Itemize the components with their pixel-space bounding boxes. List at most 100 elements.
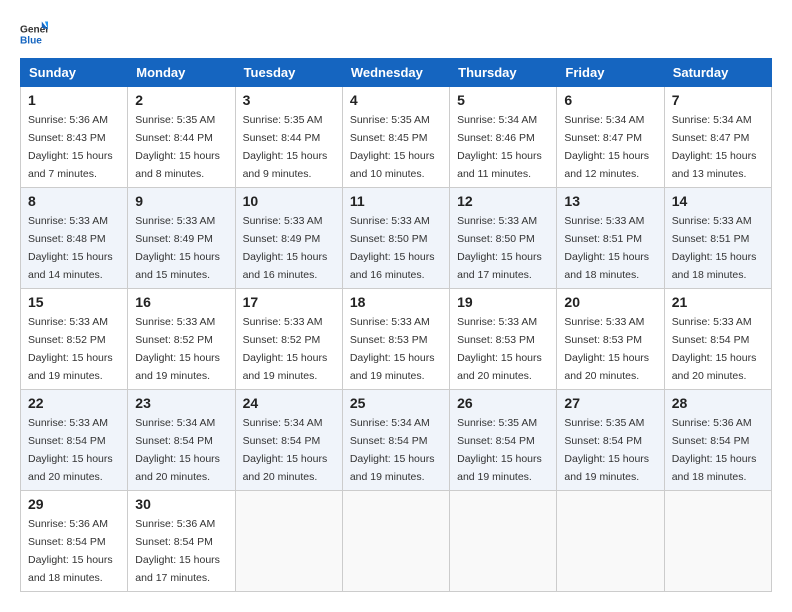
day-info: Sunrise: 5:36 AMSunset: 8:54 PMDaylight:… xyxy=(672,417,757,483)
day-number: 3 xyxy=(243,92,335,108)
day-number: 23 xyxy=(135,395,227,411)
day-number: 17 xyxy=(243,294,335,310)
day-info: Sunrise: 5:33 AMSunset: 8:52 PMDaylight:… xyxy=(28,316,113,382)
empty-cell xyxy=(557,491,664,592)
day-number: 30 xyxy=(135,496,227,512)
day-number: 21 xyxy=(672,294,764,310)
day-info: Sunrise: 5:33 AMSunset: 8:54 PMDaylight:… xyxy=(28,417,113,483)
day-cell-25: 25 Sunrise: 5:34 AMSunset: 8:54 PMDaylig… xyxy=(342,390,449,491)
day-number: 24 xyxy=(243,395,335,411)
day-info: Sunrise: 5:34 AMSunset: 8:54 PMDaylight:… xyxy=(135,417,220,483)
header: General Blue xyxy=(20,20,772,48)
day-cell-1: 1 Sunrise: 5:36 AMSunset: 8:43 PMDayligh… xyxy=(21,87,128,188)
weekday-header-friday: Friday xyxy=(557,59,664,87)
day-info: Sunrise: 5:36 AMSunset: 8:54 PMDaylight:… xyxy=(28,518,113,584)
day-cell-9: 9 Sunrise: 5:33 AMSunset: 8:49 PMDayligh… xyxy=(128,188,235,289)
day-cell-7: 7 Sunrise: 5:34 AMSunset: 8:47 PMDayligh… xyxy=(664,87,771,188)
day-number: 15 xyxy=(28,294,120,310)
day-cell-26: 26 Sunrise: 5:35 AMSunset: 8:54 PMDaylig… xyxy=(450,390,557,491)
day-cell-11: 11 Sunrise: 5:33 AMSunset: 8:50 PMDaylig… xyxy=(342,188,449,289)
day-cell-19: 19 Sunrise: 5:33 AMSunset: 8:53 PMDaylig… xyxy=(450,289,557,390)
calendar-table: SundayMondayTuesdayWednesdayThursdayFrid… xyxy=(20,58,772,592)
weekday-header-thursday: Thursday xyxy=(450,59,557,87)
day-info: Sunrise: 5:33 AMSunset: 8:49 PMDaylight:… xyxy=(243,215,328,281)
day-number: 22 xyxy=(28,395,120,411)
day-info: Sunrise: 5:33 AMSunset: 8:53 PMDaylight:… xyxy=(457,316,542,382)
day-number: 12 xyxy=(457,193,549,209)
weekday-header-row: SundayMondayTuesdayWednesdayThursdayFrid… xyxy=(21,59,772,87)
day-number: 6 xyxy=(564,92,656,108)
day-cell-24: 24 Sunrise: 5:34 AMSunset: 8:54 PMDaylig… xyxy=(235,390,342,491)
weekday-header-wednesday: Wednesday xyxy=(342,59,449,87)
day-number: 20 xyxy=(564,294,656,310)
day-info: Sunrise: 5:33 AMSunset: 8:48 PMDaylight:… xyxy=(28,215,113,281)
day-number: 26 xyxy=(457,395,549,411)
day-cell-18: 18 Sunrise: 5:33 AMSunset: 8:53 PMDaylig… xyxy=(342,289,449,390)
calendar-row-3: 15 Sunrise: 5:33 AMSunset: 8:52 PMDaylig… xyxy=(21,289,772,390)
day-cell-4: 4 Sunrise: 5:35 AMSunset: 8:45 PMDayligh… xyxy=(342,87,449,188)
day-number: 11 xyxy=(350,193,442,209)
day-cell-2: 2 Sunrise: 5:35 AMSunset: 8:44 PMDayligh… xyxy=(128,87,235,188)
day-info: Sunrise: 5:36 AMSunset: 8:54 PMDaylight:… xyxy=(135,518,220,584)
empty-cell xyxy=(664,491,771,592)
day-cell-20: 20 Sunrise: 5:33 AMSunset: 8:53 PMDaylig… xyxy=(557,289,664,390)
calendar-row-5: 29 Sunrise: 5:36 AMSunset: 8:54 PMDaylig… xyxy=(21,491,772,592)
day-cell-17: 17 Sunrise: 5:33 AMSunset: 8:52 PMDaylig… xyxy=(235,289,342,390)
day-number: 1 xyxy=(28,92,120,108)
day-number: 8 xyxy=(28,193,120,209)
day-cell-30: 30 Sunrise: 5:36 AMSunset: 8:54 PMDaylig… xyxy=(128,491,235,592)
day-info: Sunrise: 5:34 AMSunset: 8:54 PMDaylight:… xyxy=(243,417,328,483)
day-info: Sunrise: 5:35 AMSunset: 8:45 PMDaylight:… xyxy=(350,114,435,180)
logo: General Blue xyxy=(20,20,48,48)
day-number: 13 xyxy=(564,193,656,209)
weekday-header-sunday: Sunday xyxy=(21,59,128,87)
day-cell-27: 27 Sunrise: 5:35 AMSunset: 8:54 PMDaylig… xyxy=(557,390,664,491)
day-info: Sunrise: 5:34 AMSunset: 8:54 PMDaylight:… xyxy=(350,417,435,483)
day-cell-21: 21 Sunrise: 5:33 AMSunset: 8:54 PMDaylig… xyxy=(664,289,771,390)
day-cell-29: 29 Sunrise: 5:36 AMSunset: 8:54 PMDaylig… xyxy=(21,491,128,592)
day-info: Sunrise: 5:33 AMSunset: 8:50 PMDaylight:… xyxy=(457,215,542,281)
day-number: 18 xyxy=(350,294,442,310)
day-number: 2 xyxy=(135,92,227,108)
day-number: 16 xyxy=(135,294,227,310)
day-number: 28 xyxy=(672,395,764,411)
day-cell-28: 28 Sunrise: 5:36 AMSunset: 8:54 PMDaylig… xyxy=(664,390,771,491)
day-number: 9 xyxy=(135,193,227,209)
day-cell-8: 8 Sunrise: 5:33 AMSunset: 8:48 PMDayligh… xyxy=(21,188,128,289)
day-info: Sunrise: 5:33 AMSunset: 8:52 PMDaylight:… xyxy=(243,316,328,382)
day-info: Sunrise: 5:33 AMSunset: 8:53 PMDaylight:… xyxy=(350,316,435,382)
day-info: Sunrise: 5:33 AMSunset: 8:50 PMDaylight:… xyxy=(350,215,435,281)
day-number: 10 xyxy=(243,193,335,209)
day-info: Sunrise: 5:33 AMSunset: 8:52 PMDaylight:… xyxy=(135,316,220,382)
day-cell-10: 10 Sunrise: 5:33 AMSunset: 8:49 PMDaylig… xyxy=(235,188,342,289)
day-cell-3: 3 Sunrise: 5:35 AMSunset: 8:44 PMDayligh… xyxy=(235,87,342,188)
day-cell-13: 13 Sunrise: 5:33 AMSunset: 8:51 PMDaylig… xyxy=(557,188,664,289)
weekday-header-tuesday: Tuesday xyxy=(235,59,342,87)
day-cell-16: 16 Sunrise: 5:33 AMSunset: 8:52 PMDaylig… xyxy=(128,289,235,390)
day-cell-6: 6 Sunrise: 5:34 AMSunset: 8:47 PMDayligh… xyxy=(557,87,664,188)
logo-icon: General Blue xyxy=(20,20,48,48)
day-number: 29 xyxy=(28,496,120,512)
day-info: Sunrise: 5:35 AMSunset: 8:54 PMDaylight:… xyxy=(564,417,649,483)
day-number: 14 xyxy=(672,193,764,209)
day-info: Sunrise: 5:35 AMSunset: 8:44 PMDaylight:… xyxy=(135,114,220,180)
day-info: Sunrise: 5:34 AMSunset: 8:47 PMDaylight:… xyxy=(672,114,757,180)
calendar-row-1: 1 Sunrise: 5:36 AMSunset: 8:43 PMDayligh… xyxy=(21,87,772,188)
day-number: 19 xyxy=(457,294,549,310)
day-cell-5: 5 Sunrise: 5:34 AMSunset: 8:46 PMDayligh… xyxy=(450,87,557,188)
day-info: Sunrise: 5:35 AMSunset: 8:54 PMDaylight:… xyxy=(457,417,542,483)
day-cell-12: 12 Sunrise: 5:33 AMSunset: 8:50 PMDaylig… xyxy=(450,188,557,289)
day-info: Sunrise: 5:33 AMSunset: 8:51 PMDaylight:… xyxy=(672,215,757,281)
day-cell-15: 15 Sunrise: 5:33 AMSunset: 8:52 PMDaylig… xyxy=(21,289,128,390)
day-cell-14: 14 Sunrise: 5:33 AMSunset: 8:51 PMDaylig… xyxy=(664,188,771,289)
day-cell-22: 22 Sunrise: 5:33 AMSunset: 8:54 PMDaylig… xyxy=(21,390,128,491)
day-number: 25 xyxy=(350,395,442,411)
day-number: 4 xyxy=(350,92,442,108)
day-info: Sunrise: 5:33 AMSunset: 8:49 PMDaylight:… xyxy=(135,215,220,281)
empty-cell xyxy=(342,491,449,592)
day-info: Sunrise: 5:33 AMSunset: 8:54 PMDaylight:… xyxy=(672,316,757,382)
day-info: Sunrise: 5:34 AMSunset: 8:47 PMDaylight:… xyxy=(564,114,649,180)
day-info: Sunrise: 5:35 AMSunset: 8:44 PMDaylight:… xyxy=(243,114,328,180)
svg-text:Blue: Blue xyxy=(20,35,42,46)
day-number: 27 xyxy=(564,395,656,411)
